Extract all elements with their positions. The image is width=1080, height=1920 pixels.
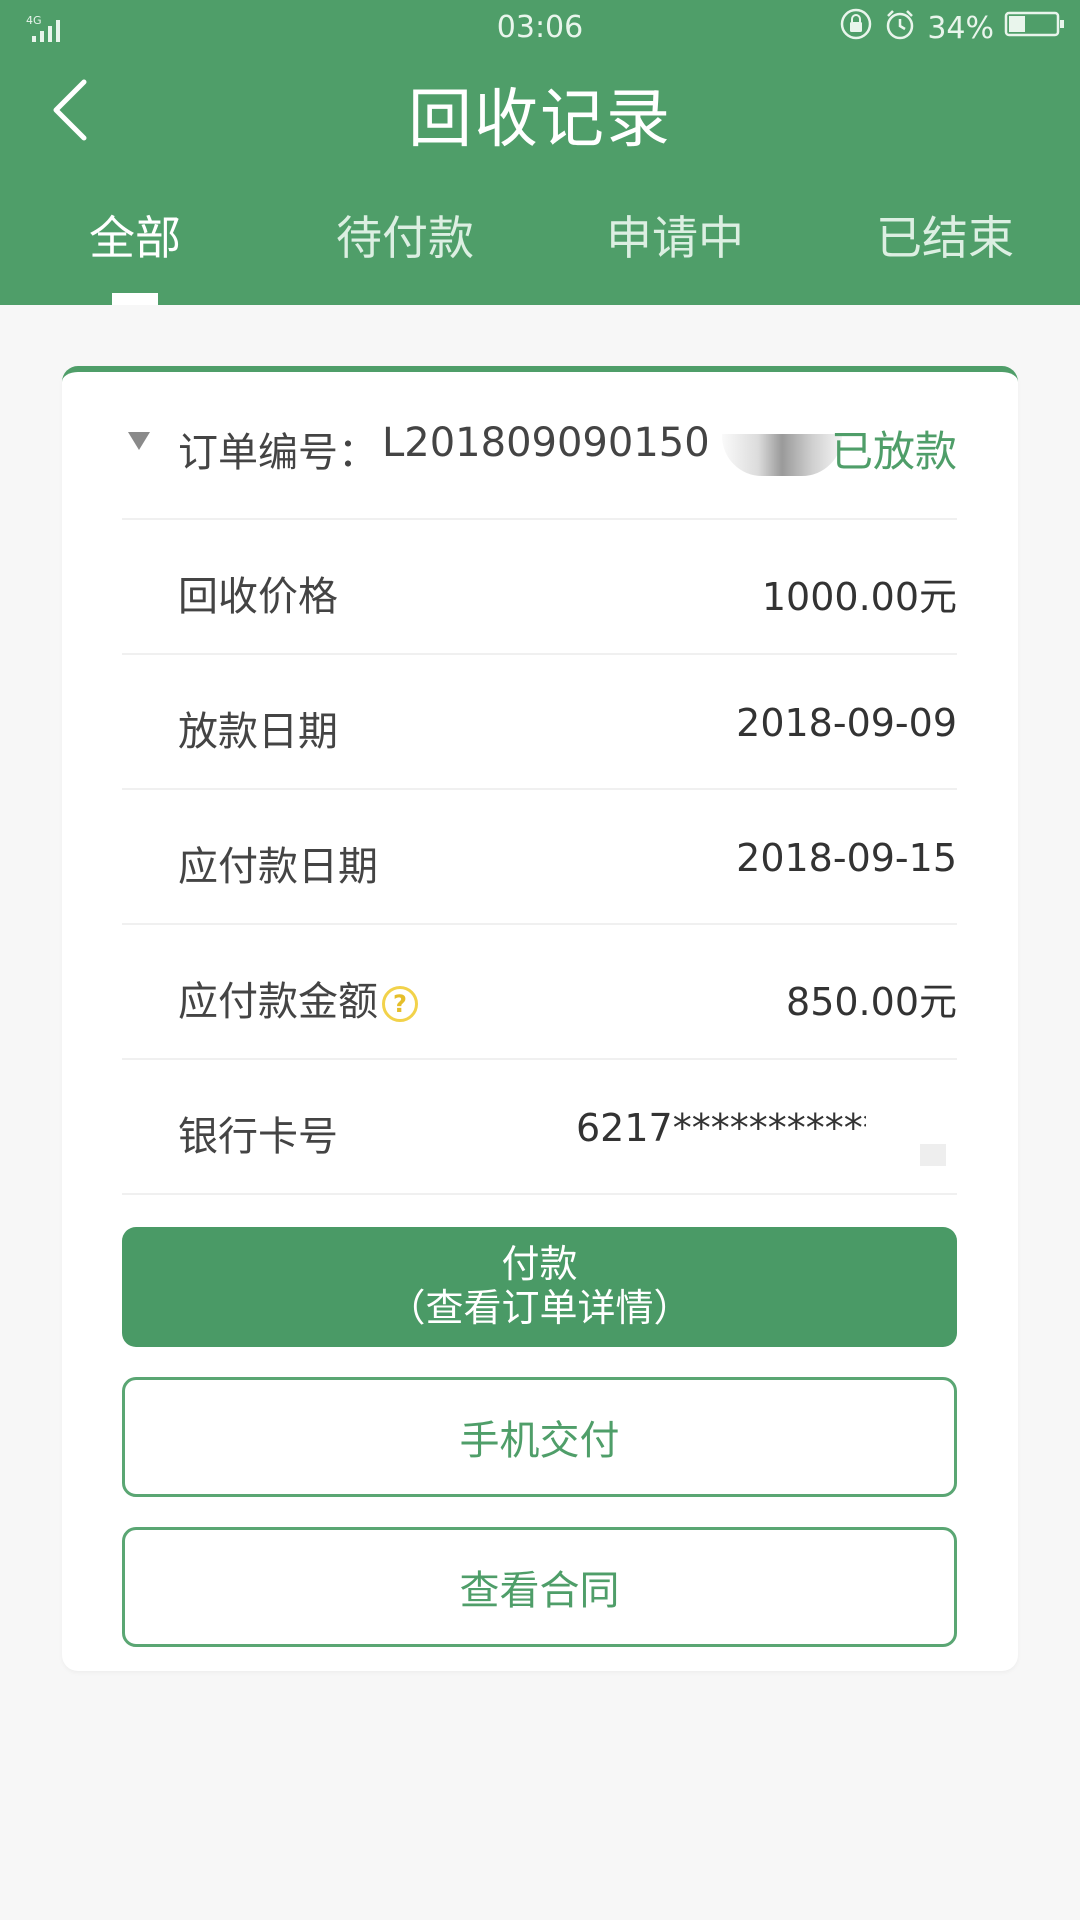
pay-button[interactable]: 付款 （查看订单详情） xyxy=(122,1227,957,1347)
redaction-chip xyxy=(920,1144,946,1166)
page-title: 回收记录 xyxy=(408,83,672,157)
loan-date-row: 放款日期 2018-09-09 xyxy=(122,655,957,790)
pay-button-label: 付款 xyxy=(501,1242,578,1287)
order-header-row[interactable]: 订单编号： L201809090150 已放款 xyxy=(122,372,957,520)
due-amount-row: 应付款金额? 850.00元 xyxy=(122,925,957,1060)
battery-icon xyxy=(1004,9,1066,47)
collapse-triangle-icon[interactable] xyxy=(128,432,150,450)
redaction-mask xyxy=(722,434,842,476)
recycle-price-row: 回收价格 1000.00元 xyxy=(122,520,957,655)
due-date-value: 2018-09-15 xyxy=(736,836,957,880)
due-date-label: 应付款日期 xyxy=(178,844,378,890)
loan-date-value: 2018-09-09 xyxy=(736,701,957,745)
due-amount-label: 应付款金额 xyxy=(178,979,378,1025)
order-card: 订单编号： L201809090150 已放款 回收价格 1000.00元 放款… xyxy=(62,366,1018,1671)
phone-pay-button[interactable]: 手机交付 xyxy=(122,1377,957,1497)
tab-label: 已结束 xyxy=(876,211,1014,265)
tab-applying[interactable]: 申请中 xyxy=(540,190,810,305)
order-number-value: L201809090150 xyxy=(382,420,710,466)
loan-date-label: 放款日期 xyxy=(178,709,338,755)
view-contract-button[interactable]: 查看合同 xyxy=(122,1527,957,1647)
tab-label: 全部 xyxy=(89,211,181,265)
tab-pending-payment[interactable]: 待付款 xyxy=(270,190,540,305)
recycle-price-value: 1000.00元 xyxy=(761,575,957,619)
recycle-price-label: 回收价格 xyxy=(178,574,338,620)
order-number-label: 订单编号： xyxy=(178,430,378,476)
phone-pay-label: 手机交付 xyxy=(459,1418,620,1464)
bank-card-row: 银行卡号 6217*********** xyxy=(122,1060,957,1195)
status-bar: 4G 03:06 34% xyxy=(0,0,1080,56)
order-status-badge: 已放款 xyxy=(830,427,957,476)
tab-all[interactable]: 全部 xyxy=(0,190,270,305)
due-date-row: 应付款日期 2018-09-15 xyxy=(122,790,957,925)
bank-card-label: 银行卡号 xyxy=(178,1114,338,1160)
status-icons: 34% xyxy=(839,7,1066,49)
tab-active-indicator xyxy=(112,293,158,305)
lock-rotation-icon xyxy=(839,7,873,49)
help-question-icon[interactable]: ? xyxy=(382,986,418,1022)
alarm-icon xyxy=(883,7,917,49)
pay-button-sublabel: （查看订单详情） xyxy=(387,1286,692,1330)
due-amount-value: 850.00元 xyxy=(786,980,957,1024)
title-bar: 回收记录 xyxy=(0,60,1080,160)
tab-label: 待付款 xyxy=(336,211,474,265)
due-amount-label-wrap: 应付款金额? xyxy=(178,969,418,1027)
battery-percent: 34% xyxy=(927,10,994,46)
view-contract-label: 查看合同 xyxy=(459,1568,620,1614)
tab-bar: 全部 待付款 申请中 已结束 xyxy=(0,190,1080,305)
tab-finished[interactable]: 已结束 xyxy=(810,190,1080,305)
tab-label: 申请中 xyxy=(606,211,744,265)
bank-card-value: 6217*********** xyxy=(576,1106,866,1150)
app-header: 4G 03:06 34% 回收记录 全部 待付款 申请中 已结束 xyxy=(0,0,1080,305)
